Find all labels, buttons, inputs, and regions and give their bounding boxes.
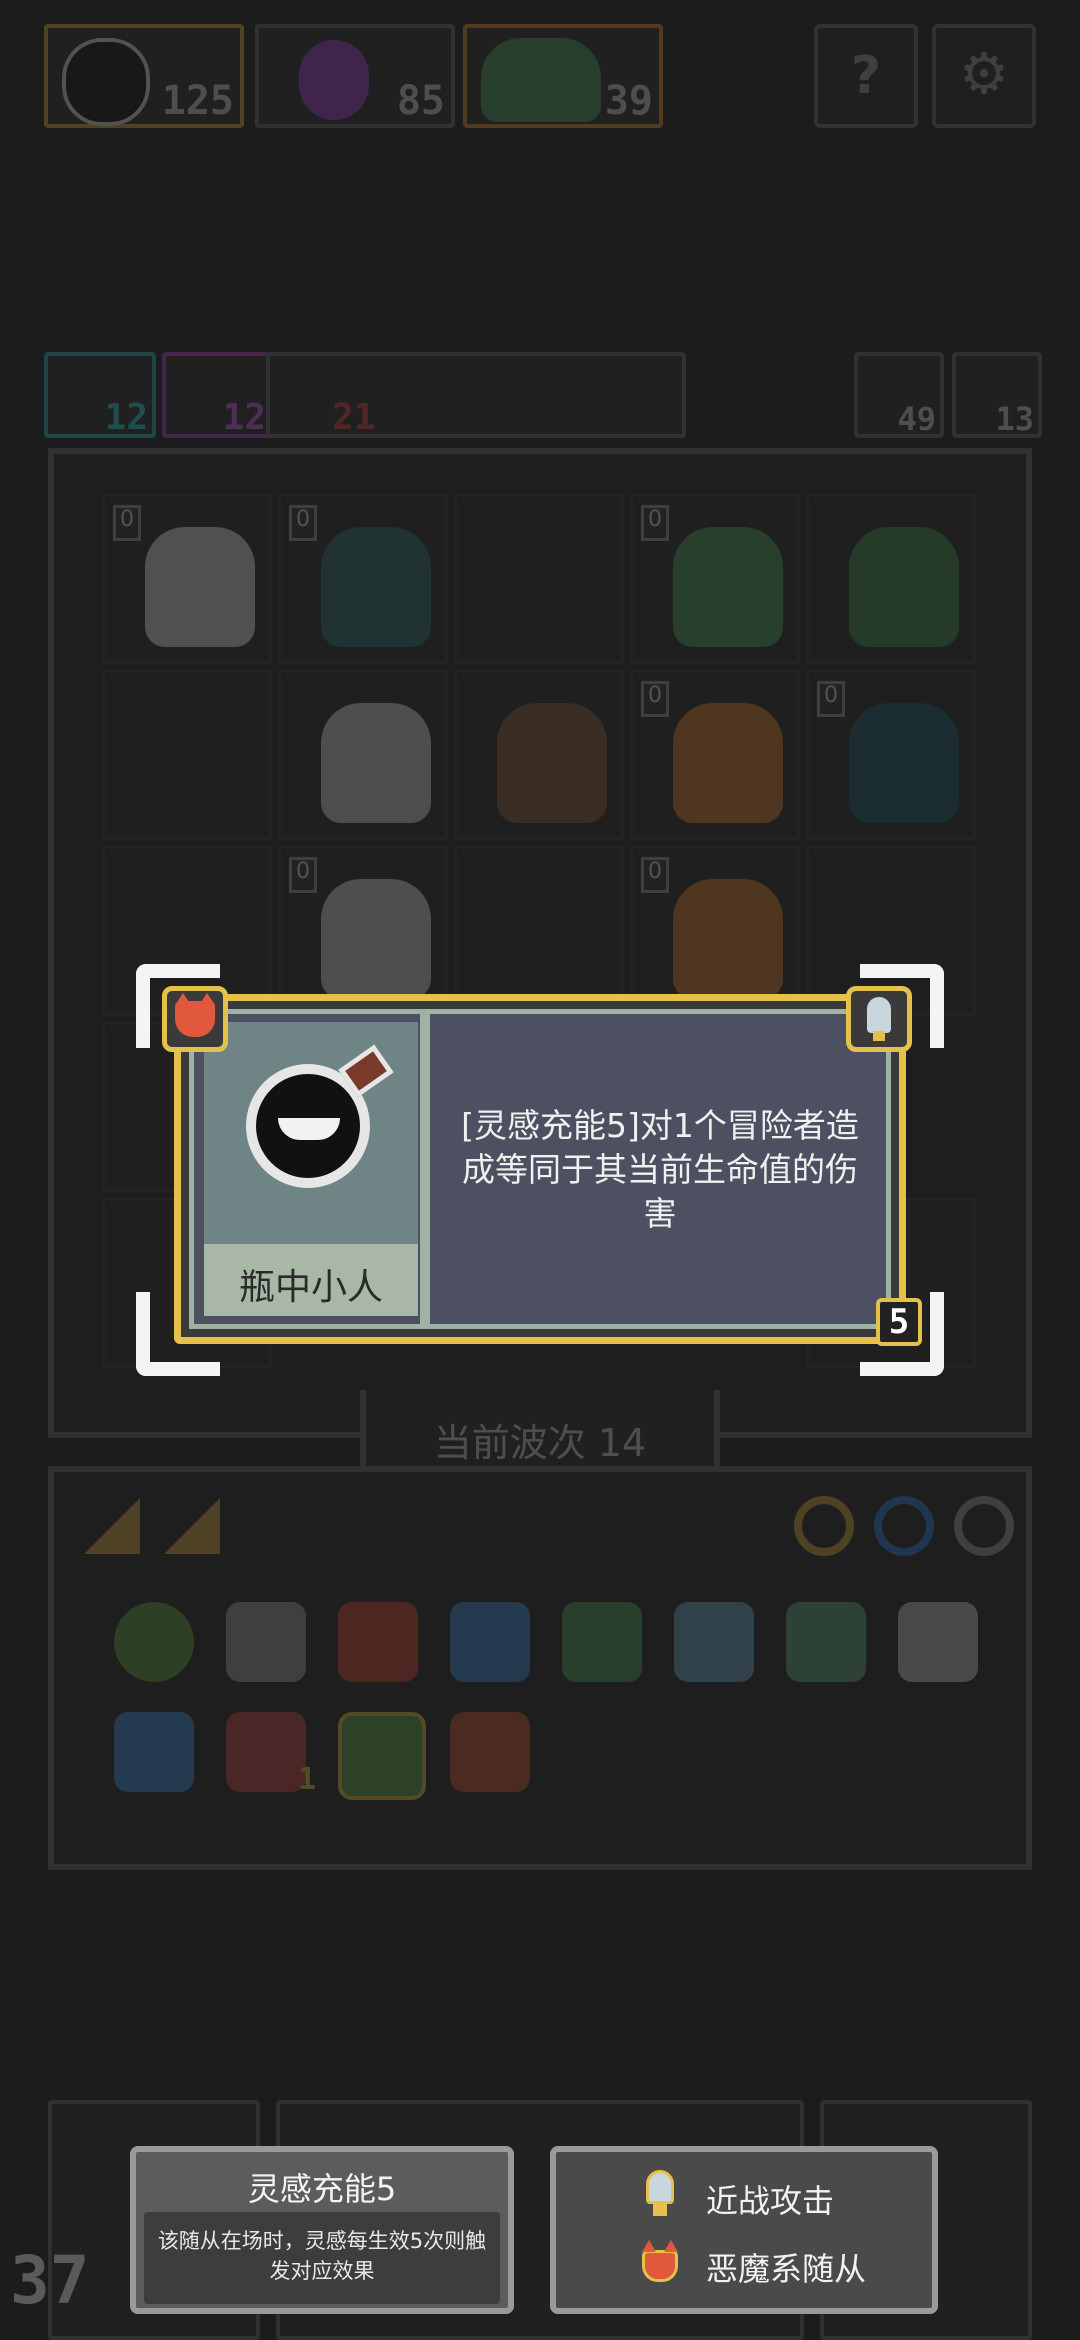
unit-card: 瓶中小人 [灵感充能5]对1个冒险者造成等同于其当前生命值的伤害 — [174, 994, 906, 1344]
board-cell[interactable]: 0 — [102, 494, 272, 664]
demon-fox-icon — [638, 2240, 682, 2286]
circle-icon[interactable] — [874, 1496, 934, 1556]
board-cell[interactable] — [806, 494, 976, 664]
board-cell[interactable]: 0 — [630, 670, 800, 840]
bear-unit-icon — [497, 703, 607, 823]
trait-label: 恶魔系随从 — [706, 2250, 867, 2288]
green-orb-icon[interactable] — [114, 1602, 194, 1682]
purple-ghost-icon — [299, 40, 369, 120]
unit-name: 瓶中小人 — [238, 1267, 383, 1308]
unit-level: 0 — [113, 505, 141, 541]
skull-ring-icon[interactable] — [954, 1496, 1014, 1556]
gear-icon: ⚙ — [958, 42, 1010, 107]
triangle-tab-icon[interactable] — [164, 1498, 220, 1554]
sword-tip-icon — [846, 986, 912, 1052]
cloak-unit-icon — [849, 703, 959, 823]
mask-icon[interactable] — [450, 1602, 530, 1682]
stat-value: 12 — [222, 397, 266, 438]
skeleton-unit-icon — [145, 527, 255, 647]
stat-slot-red: 21 — [266, 352, 686, 438]
unit-cost-badge: 5 — [876, 1298, 922, 1346]
inventory-panel: 1 — [48, 1466, 1032, 1870]
sock-icon[interactable] — [786, 1602, 866, 1682]
lizard-unit-icon — [849, 527, 959, 647]
board-cell[interactable] — [278, 670, 448, 840]
stat-slot-key: 13 — [952, 352, 1042, 438]
board-cell[interactable]: 0 — [278, 494, 448, 664]
green-horn-icon[interactable] — [562, 1602, 642, 1682]
keyword-body-box: 该随从在场时，灵感每生效5次则触发对应效果 — [144, 2212, 500, 2304]
trait-label: 近战攻击 — [706, 2182, 835, 2220]
portrait-divider — [420, 1014, 430, 1324]
unit-cost: 5 — [888, 1302, 910, 1342]
resource-slot-ogre: 39 — [463, 24, 663, 128]
hooded-unit-icon — [321, 527, 431, 647]
board-cell[interactable] — [454, 494, 624, 664]
demon-shield-icon[interactable] — [450, 1712, 530, 1792]
trait-row-melee: 近战攻击 — [556, 2166, 932, 2228]
unit-portrait — [204, 1022, 418, 1244]
unit-info-popup: 瓶中小人 [灵感充能5]对1个冒险者造成等同于其当前生命值的伤害 5 — [136, 964, 944, 1376]
potion-icon[interactable] — [338, 1712, 426, 1800]
stat-value: 21 — [332, 397, 376, 438]
resource-value: 85 — [396, 78, 445, 124]
elder-unit-icon — [321, 703, 431, 823]
help-button[interactable]: ? — [814, 24, 918, 128]
board-cell[interactable]: 0 — [806, 670, 976, 840]
keyword-tooltip: 灵感充能5 该随从在场时，灵感每生效5次则触发对应效果 — [130, 2146, 514, 2314]
unit-level: 0 — [817, 681, 845, 717]
board-cell[interactable] — [454, 670, 624, 840]
stat-value: 12 — [104, 397, 148, 438]
resource-value: 125 — [161, 78, 234, 124]
stat-slot-cyan: 12 — [44, 352, 156, 438]
stat-value: 49 — [897, 400, 936, 438]
ring-icon[interactable] — [794, 1496, 854, 1556]
trait-row-demon: 恶魔系随从 — [556, 2234, 932, 2296]
unit-name-plate: 瓶中小人 — [204, 1244, 418, 1316]
flower-gear-icon[interactable] — [226, 1602, 306, 1682]
unit-level: 0 — [289, 505, 317, 541]
demon-fox-icon — [162, 986, 228, 1052]
board-cell[interactable]: 0 — [630, 494, 800, 664]
triangle-tab-icon[interactable] — [84, 1498, 140, 1554]
unit-description: [灵感充能5]对1个冒险者造成等同于其当前生命值的伤害 — [461, 1106, 859, 1233]
item-badge: 1 — [298, 1762, 317, 1797]
jaw-icon[interactable] — [226, 1712, 306, 1792]
nodes-icon[interactable] — [674, 1602, 754, 1682]
resource-slot-skull: 125 — [44, 24, 244, 128]
bottom-left-counter: 37 — [10, 2242, 90, 2319]
resource-slot-ghost: 85 — [255, 24, 455, 128]
eye-symbol-icon[interactable] — [898, 1602, 978, 1682]
resource-value: 39 — [604, 78, 653, 124]
chest-icon[interactable] — [114, 1712, 194, 1792]
skull-head-icon — [62, 38, 150, 126]
unit-level: 0 — [289, 857, 317, 893]
board-cell[interactable] — [102, 670, 272, 840]
goblin-unit-icon — [673, 703, 783, 823]
card-inner: 瓶中小人 [灵感充能5]对1个冒险者造成等同于其当前生命值的伤害 — [189, 1009, 891, 1329]
keyword-body: 该随从在场时，灵感每生效5次则触发对应效果 — [157, 2229, 487, 2283]
traits-tooltip: 近战攻击 恶魔系随从 — [550, 2146, 938, 2314]
question-icon: ? — [850, 46, 882, 106]
sword-tip-icon — [640, 2170, 680, 2220]
green-ogre-icon — [481, 38, 601, 122]
red-crystal-icon[interactable] — [338, 1602, 418, 1682]
unit-level: 0 — [641, 505, 669, 541]
settings-button[interactable]: ⚙ — [932, 24, 1036, 128]
wave-label: 当前波次 14 — [433, 1421, 647, 1465]
keyword-title: 灵感充能5 — [247, 2170, 397, 2208]
unit-level: 0 — [641, 681, 669, 717]
stat-slot-purple: 12 — [162, 352, 274, 438]
stat-value: 13 — [995, 400, 1034, 438]
ogre-unit-icon — [673, 527, 783, 647]
unit-level: 0 — [641, 857, 669, 893]
stat-slot-arrow: 49 — [854, 352, 944, 438]
